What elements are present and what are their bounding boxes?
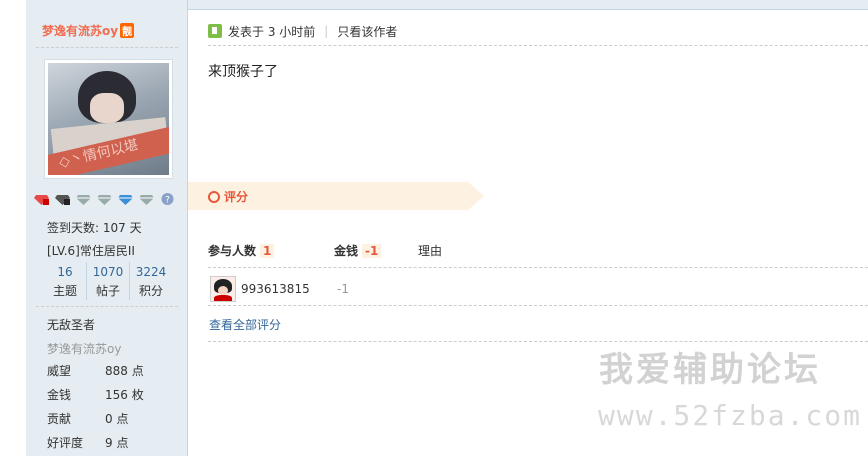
divider	[36, 306, 178, 307]
stat-posts-label: 帖子	[95, 284, 120, 298]
stat-posts[interactable]: 1070 帖子	[86, 262, 129, 300]
author-name[interactable]: 梦逸有流苏oy	[42, 24, 118, 38]
rater-name[interactable]: 993613815	[241, 282, 337, 296]
help-icon[interactable]: ?	[160, 193, 175, 205]
watermark-text: 我爱辅助论坛	[599, 350, 821, 390]
medal-silver-icon[interactable]	[97, 193, 112, 205]
money-label: 金钱	[334, 244, 359, 258]
only-author-link[interactable]: 只看该作者	[337, 23, 397, 40]
field-value: 888 点	[105, 364, 144, 378]
field-value: 156 枚	[105, 388, 144, 402]
online-status-icon	[208, 24, 222, 38]
user-signature: 梦逸有流苏oy	[47, 342, 122, 356]
watermark-url: www.52fzba.com	[598, 399, 863, 432]
stat-threads-label: 主题	[52, 284, 77, 298]
checkin-days: 签到天数: 107 天	[47, 221, 142, 235]
medal-list: ?	[34, 193, 175, 205]
field-contribution: 贡献 0 点	[47, 410, 128, 427]
reason-col: 理由	[418, 244, 443, 258]
user-level[interactable]: [LV.6]常住居民II	[47, 242, 135, 259]
field-key: 金钱	[47, 388, 72, 402]
separator: |	[324, 24, 329, 38]
top-strip-border	[187, 9, 868, 10]
user-stats: 16 主题 1070 帖子 3224 积分	[44, 262, 172, 300]
field-prestige: 威望 888 点	[47, 362, 144, 379]
participants-label: 参与人数	[208, 244, 257, 258]
divider	[36, 47, 178, 48]
avatar-image[interactable]: ◇丶情何以堪	[48, 63, 169, 175]
stat-credits-label: 积分	[138, 284, 163, 298]
table-row: 993613815 -1	[208, 276, 349, 302]
medal-red-icon[interactable]	[34, 193, 49, 205]
divider	[208, 305, 868, 306]
stat-credits[interactable]: 3224 积分	[129, 262, 172, 300]
money-col: 金钱 -1	[334, 242, 418, 259]
svg-text:?: ?	[165, 196, 170, 206]
rating-table-header: 参与人数 1 金钱 -1 理由	[208, 242, 478, 259]
view-all-ratings-link[interactable]: 查看全部评分	[209, 316, 281, 333]
field-money: 金钱 156 枚	[47, 386, 144, 403]
circle-icon	[208, 191, 220, 203]
author-name-link[interactable]: 梦逸有流苏oy 靓	[42, 22, 135, 39]
field-value: 9 点	[105, 436, 129, 450]
medal-silver-icon[interactable]	[139, 193, 154, 205]
medal-silver-icon[interactable]	[76, 193, 91, 205]
field-key: 贡献	[47, 412, 72, 426]
field-key: 好评度	[47, 436, 84, 450]
money-total: -1	[362, 244, 382, 258]
post-header: 发表于 3 小时前 | 只看该作者	[208, 22, 397, 40]
participants-count: 1	[260, 244, 275, 258]
rating-section-header: 评分	[188, 182, 484, 210]
rater-value: -1	[337, 282, 349, 296]
left-margin	[0, 0, 26, 456]
author-badge: 靓	[120, 23, 135, 38]
field-value: 0 点	[105, 412, 129, 426]
stat-threads-num[interactable]: 16	[44, 262, 86, 282]
divider	[208, 267, 868, 268]
field-rating: 好评度 9 点	[47, 434, 128, 451]
post-time: 发表于 3 小时前	[228, 24, 316, 39]
medal-black-icon[interactable]	[55, 193, 70, 205]
stat-credits-num[interactable]: 3224	[130, 262, 172, 282]
stat-posts-num[interactable]: 1070	[87, 262, 129, 282]
stat-threads[interactable]: 16 主题	[44, 262, 86, 300]
avatar[interactable]: ◇丶情何以堪	[44, 59, 173, 179]
post-content: 来顶猴子了	[208, 64, 278, 80]
rating-label: 评分	[224, 190, 249, 204]
medal-blue-icon[interactable]	[118, 193, 133, 205]
participants-col: 参与人数 1	[208, 242, 334, 259]
rater-avatar[interactable]	[210, 276, 236, 302]
field-key: 威望	[47, 364, 72, 378]
user-title: 无敌圣者	[47, 318, 96, 332]
divider	[208, 45, 868, 46]
